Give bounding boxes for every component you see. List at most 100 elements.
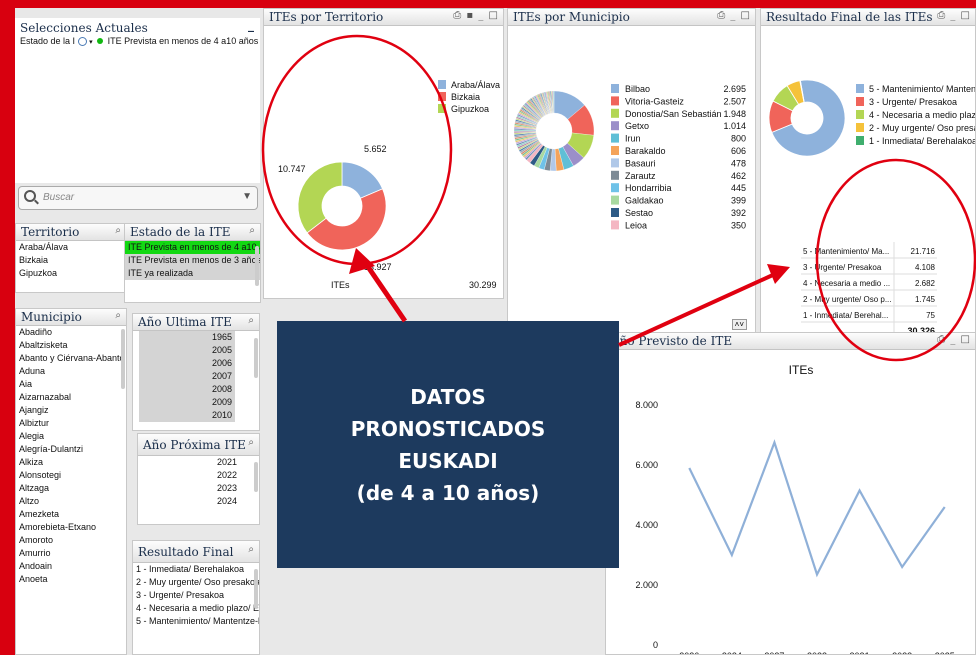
panel-controls-icon[interactable]: ⎙ _ □ — [937, 10, 971, 21]
list-item[interactable]: Alegría-Dulantzi — [16, 443, 126, 456]
list-item[interactable]: Amezketa — [16, 508, 126, 521]
list-item[interactable]: Amoroto — [16, 534, 126, 547]
list-item[interactable]: 5 - Mantenimiento/ Mantentze-la — [133, 615, 259, 628]
scrollbar[interactable] — [254, 338, 258, 378]
anio-proxima-title: Año Próxima ITE — [143, 438, 246, 452]
list-item[interactable]: ITE Prevista en menos de 3 años — [125, 254, 260, 267]
legend-value: 800 — [731, 134, 746, 144]
list-item[interactable]: Abanto y Ciérvana-Abanto Zie — [16, 352, 126, 365]
list-item[interactable]: Alegia — [16, 430, 126, 443]
list-item[interactable]: Aia — [16, 378, 126, 391]
search-dropdown-icon[interactable]: ▼ — [242, 191, 252, 202]
legend-label: 4 - Necesaria a medio plaz... — [869, 110, 976, 120]
x-tick-label: 2025 — [935, 651, 955, 655]
list-item[interactable]: Altzaga — [16, 482, 126, 495]
list-item[interactable]: 2006 — [139, 357, 235, 370]
list-item[interactable]: Gipuzkoa — [16, 267, 126, 280]
list-item[interactable]: 2022 — [148, 469, 240, 482]
search-small-icon[interactable] — [77, 37, 87, 47]
list-item[interactable]: 4 - Necesaria a medio plazo/ Epe — [133, 602, 259, 615]
search-list-icon[interactable]: ⌕ — [248, 544, 255, 555]
resultado-chart-title: Resultado Final de las ITEs — [766, 10, 933, 24]
legend-swatch — [611, 121, 619, 131]
list-item[interactable]: Altzo — [16, 495, 126, 508]
list-item-selected[interactable]: ITE Prevista en menos de 4 a10 años — [125, 241, 260, 254]
legend-label: Zarautz — [625, 171, 656, 181]
legend-swatch — [611, 158, 619, 168]
scroll-arrows[interactable]: ˄˅ — [731, 319, 747, 330]
list-item[interactable]: 1 - Inmediata/ Berehalakoa — [133, 563, 259, 576]
legend-swatch — [611, 183, 619, 193]
legend-value: 1.014 — [723, 121, 746, 131]
legend-swatch — [438, 80, 446, 89]
list-item[interactable]: Aduna — [16, 365, 126, 378]
list-item[interactable]: Amurrio — [16, 547, 126, 560]
legend-value: 392 — [731, 208, 746, 218]
list-item[interactable]: Alonsotegi — [16, 469, 126, 482]
list-item[interactable]: 2023 — [148, 482, 240, 495]
minimize-icon[interactable]: _ — [248, 18, 254, 32]
list-item[interactable]: 2007 — [139, 370, 235, 383]
callout-line: EUSKADI — [398, 448, 498, 473]
list-item[interactable]: Bizkaia — [16, 254, 126, 267]
list-item[interactable]: ITE ya realizada — [125, 267, 260, 280]
scrollbar[interactable] — [254, 462, 258, 492]
list-item[interactable]: 2010 — [139, 409, 235, 422]
list-item[interactable]: Anoeta — [16, 573, 126, 586]
list-item[interactable]: Abadiño — [16, 326, 126, 339]
list-item[interactable]: Ajangiz — [16, 404, 126, 417]
table-cell-label: 4 - Necesaria a medio ... — [803, 279, 890, 288]
table-cell-label: 1 - Inmediata/ Berehal... — [803, 311, 888, 320]
list-item[interactable]: Andoain — [16, 560, 126, 573]
callout-line: DATOS — [410, 384, 486, 409]
panel-controls-icon[interactable]: ⎙ _ □ — [937, 334, 971, 345]
list-item[interactable]: Amorebieta-Etxano — [16, 521, 126, 534]
resultado-listbox: Resultado Final ⌕ 1 - Inmediata/ Berehala… — [132, 540, 260, 655]
green-dot-icon — [97, 38, 104, 44]
legend-swatch — [856, 84, 864, 93]
list-item[interactable]: Araba/Álava — [16, 241, 126, 254]
municipio-title: Municipio — [21, 310, 82, 324]
list-item[interactable]: 2 - Muy urgente/ Oso presakoa — [133, 576, 259, 589]
slice-value-label: 10.747 — [278, 164, 306, 174]
callout-line: PRONOSTICADOS — [350, 416, 546, 441]
list-item[interactable]: 2024 — [148, 495, 240, 508]
search-box[interactable]: Buscar ▼ — [18, 186, 258, 210]
list-item[interactable]: 2009 — [139, 396, 235, 409]
scrollbar[interactable] — [121, 329, 125, 389]
search-list-icon[interactable]: ⌕ — [248, 315, 255, 326]
selection-row[interactable]: Estado de la I ▾ ITE Prevista en menos d… — [15, 36, 260, 47]
list-item[interactable]: Alkiza — [16, 456, 126, 469]
search-list-icon[interactable]: ⌕ — [115, 225, 122, 236]
search-list-icon[interactable]: ⌕ — [249, 225, 256, 236]
x-tick-label: 2021 — [850, 651, 870, 655]
resultado-donut-chart: 5 - Mantenimiento/ Mantent... 3 - Urgente… — [768, 79, 976, 337]
scrollbar[interactable] — [254, 569, 258, 609]
panel-controls-icon[interactable]: ⎙ _ □ — [717, 10, 751, 21]
legend-swatch — [856, 110, 864, 119]
list-item[interactable]: 2021 — [148, 456, 240, 469]
dropdown-icon[interactable]: ▾ — [89, 39, 93, 46]
legend-label: 1 - Inmediata/ Berehalakoa — [869, 136, 976, 146]
legend-swatch — [856, 97, 864, 106]
list-item[interactable]: 3 - Urgente/ Presakoa — [133, 589, 259, 602]
legend-label: Barakaldo — [625, 146, 666, 156]
anio-ultima-listbox: Año Ultima ITE ⌕ 1965 2005 2006 2007 2008 2009… — [132, 313, 260, 431]
search-list-icon[interactable]: ⌕ — [248, 437, 255, 448]
legend-label: Hondarribia — [625, 183, 672, 193]
legend-label: Donostia/San Sebastián — [625, 109, 722, 119]
list-item[interactable]: Albiztur — [16, 417, 126, 430]
x-tick-label: 2022 — [807, 651, 827, 655]
legend-label: 2 - Muy urgente/ Oso presa... — [869, 123, 976, 133]
scrollbar[interactable] — [255, 246, 259, 286]
list-item[interactable]: Abaltzisketa — [16, 339, 126, 352]
list-item[interactable]: 2008 — [139, 383, 235, 396]
list-item[interactable]: 2005 — [139, 344, 235, 357]
list-item[interactable]: 1965 — [139, 331, 235, 344]
anio-proxima-items: 2021 2022 2023 2024 — [148, 456, 240, 508]
panel-controls-icon[interactable]: ⎙ ▪ _ □ — [453, 10, 499, 21]
search-list-icon[interactable]: ⌕ — [115, 310, 122, 321]
legend-label: 5 - Mantenimiento/ Mantent... — [869, 84, 976, 94]
list-item[interactable]: Aizarnazabal — [16, 391, 126, 404]
legend-swatch — [611, 146, 619, 155]
